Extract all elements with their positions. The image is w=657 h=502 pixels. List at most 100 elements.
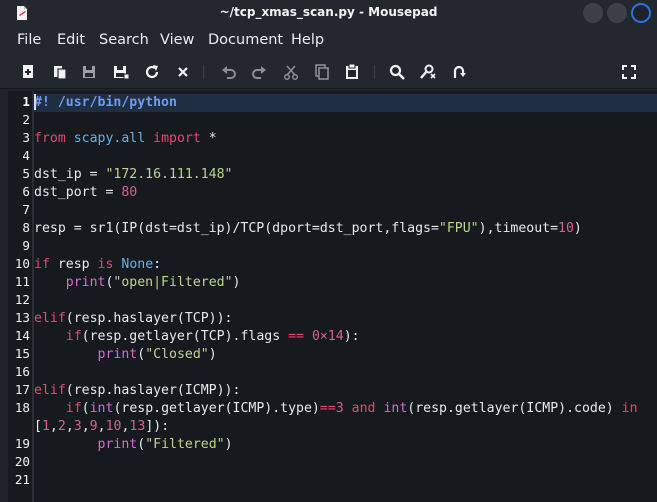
- code-token: ): [232, 275, 241, 290]
- cut-icon[interactable]: [282, 63, 300, 81]
- new-document-icon[interactable]: [19, 63, 37, 81]
- menu-document[interactable]: Document: [208, 32, 283, 48]
- line-number: 17: [14, 382, 30, 397]
- open-icon[interactable]: [51, 63, 69, 81]
- save-as-icon[interactable]: [112, 63, 130, 81]
- code-line: [1,2,3,9,10,13]):: [34, 418, 169, 436]
- code-token: dst_port =: [34, 185, 122, 200]
- code-token: ,: [65, 419, 74, 434]
- code-token: None: [121, 257, 154, 272]
- text-cursor: [34, 94, 36, 110]
- code-token: ,: [81, 419, 90, 434]
- code-token: (resp.haslayer(TCP)):: [65, 311, 233, 326]
- code-line: elif(resp.haslayer(ICMP)):: [34, 382, 240, 400]
- find-icon[interactable]: [388, 63, 406, 81]
- code-token: 2: [57, 419, 66, 434]
- line-number: 19: [14, 436, 30, 451]
- line-number: 3: [22, 130, 30, 145]
- code-token: ]):: [145, 419, 170, 434]
- code-token: int: [383, 401, 408, 416]
- save-icon[interactable]: [80, 63, 98, 81]
- fullscreen-icon[interactable]: [620, 63, 638, 81]
- line-number: 12: [14, 292, 30, 307]
- code-token: (resp.getlayer(ICMP).type): [113, 401, 320, 416]
- code-token: (: [137, 437, 146, 452]
- code-token: [: [34, 419, 42, 434]
- line-number: 15: [14, 346, 30, 361]
- reload-icon[interactable]: [143, 63, 161, 81]
- code-token: int: [89, 401, 114, 416]
- menu-edit[interactable]: Edit: [57, 32, 85, 48]
- code-token: #! /usr/bin/python: [34, 95, 177, 110]
- copy-icon[interactable]: [313, 63, 331, 81]
- code-token: is: [97, 257, 114, 272]
- code-line: print("Closed"): [34, 346, 217, 364]
- line-number: 9: [22, 238, 30, 253]
- code-token: if: [34, 257, 50, 272]
- code-token: 13: [129, 419, 146, 434]
- code-token: ): [208, 347, 217, 362]
- close-window-button[interactable]: [631, 3, 651, 23]
- line-number: 8: [22, 220, 30, 235]
- code-token: 10: [105, 419, 122, 434]
- paste-icon[interactable]: [343, 63, 361, 81]
- line-number: 13: [14, 310, 30, 325]
- menu-view[interactable]: View: [160, 32, 194, 48]
- goto-line-icon[interactable]: [450, 63, 468, 81]
- toolbar: [0, 56, 657, 89]
- code-token: 0×14: [311, 329, 344, 344]
- toolbar-separator: [374, 65, 375, 79]
- line-number: 5: [22, 166, 30, 181]
- code-token: resp: [49, 257, 98, 272]
- code-token: "FPU": [438, 221, 479, 236]
- menu-help[interactable]: Help: [291, 32, 324, 48]
- code-token: print: [97, 347, 138, 362]
- code-token: ,: [97, 419, 106, 434]
- code-token: ),timeout=: [478, 221, 559, 236]
- maximize-button[interactable]: [607, 3, 627, 23]
- line-number: 21: [14, 472, 30, 487]
- line-number: 2: [22, 112, 30, 127]
- code-token: 9: [89, 419, 98, 434]
- menu-bar: File Edit Search View Document Help: [0, 26, 657, 56]
- find-replace-icon[interactable]: [419, 63, 437, 81]
- line-number: 7: [22, 202, 30, 217]
- code-token: 10: [558, 221, 574, 236]
- line-number: 1: [22, 94, 30, 109]
- minimize-button[interactable]: [583, 3, 603, 23]
- code-line: dst_port = 80: [34, 184, 137, 202]
- code-token: (resp.haslayer(ICMP)):: [65, 383, 241, 398]
- code-token: print: [65, 275, 106, 290]
- code-token: ,: [49, 419, 58, 434]
- code-line: print("open|Filtered"): [34, 274, 241, 292]
- code-token: "172.16.111.148": [105, 167, 233, 182]
- code-token: if: [65, 329, 82, 344]
- code-token: "open|Filtered": [113, 275, 233, 290]
- code-token: 3: [73, 419, 82, 434]
- menu-search[interactable]: Search: [99, 32, 149, 48]
- line-number-gutter: 1 2 3 4 5 6 7 8 9 10 11 12 13 14 15 16 17 18 19 20 21: [8, 91, 32, 502]
- code-editor[interactable]: 1 2 3 4 5 6 7 8 9 10 11 12 13 14 15 16 17 18 19 20 21 #! /us…: [8, 91, 657, 502]
- code-token: ): [573, 221, 582, 236]
- code-line: #! /usr/bin/python: [32, 94, 657, 112]
- line-number: 14: [14, 328, 30, 343]
- code-token: scapy.all: [73, 131, 146, 146]
- code-token: print: [97, 437, 138, 452]
- redo-icon[interactable]: [250, 63, 268, 81]
- undo-icon[interactable]: [220, 63, 238, 81]
- code-token: :: [153, 257, 162, 272]
- menu-file[interactable]: File: [17, 32, 41, 48]
- line-number: 10: [14, 256, 30, 271]
- code-token: elif: [34, 311, 66, 326]
- code-token: import: [153, 131, 201, 146]
- code-line: if(int(resp.getlayer(ICMP).type)==3 and …: [34, 400, 638, 418]
- close-icon[interactable]: [174, 63, 192, 81]
- code-token: in: [621, 401, 638, 416]
- code-token: (resp.getlayer(TCP).flags: [81, 329, 289, 344]
- code-token: *: [200, 131, 217, 146]
